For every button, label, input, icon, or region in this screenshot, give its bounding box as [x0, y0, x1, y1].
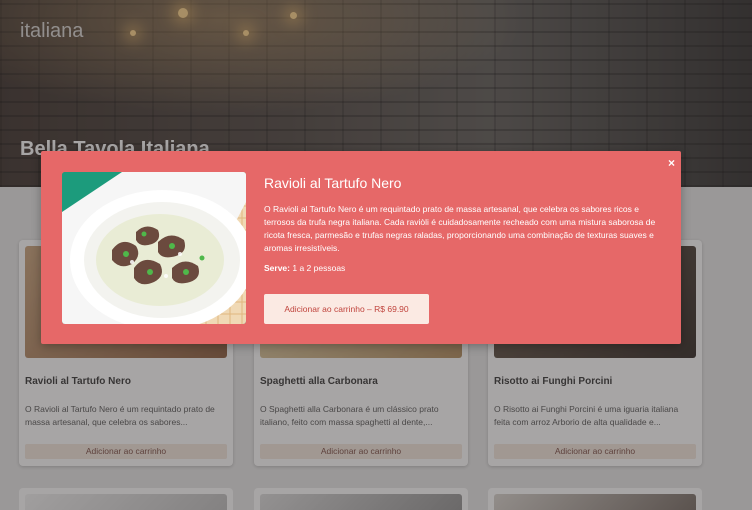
add-to-cart-button[interactable]: Adicionar ao carrinho – R$ 69.90 — [264, 294, 429, 324]
dish-image — [62, 172, 246, 324]
dish-modal: × Ravioli al Tartufo Nero O Ravioli al T… — [41, 151, 681, 344]
ravioli-plate-illustration — [62, 172, 246, 324]
serve-value: 1 a 2 pessoas — [292, 263, 346, 273]
modal-title: Ravioli al Tartufo Nero — [264, 175, 402, 191]
serving-info: Serve: 1 a 2 pessoas — [264, 263, 345, 273]
serve-label: Serve: — [264, 263, 290, 273]
close-icon[interactable]: × — [668, 156, 675, 170]
modal-description: O Ravioli al Tartufo Nero é um requintad… — [264, 204, 656, 253]
